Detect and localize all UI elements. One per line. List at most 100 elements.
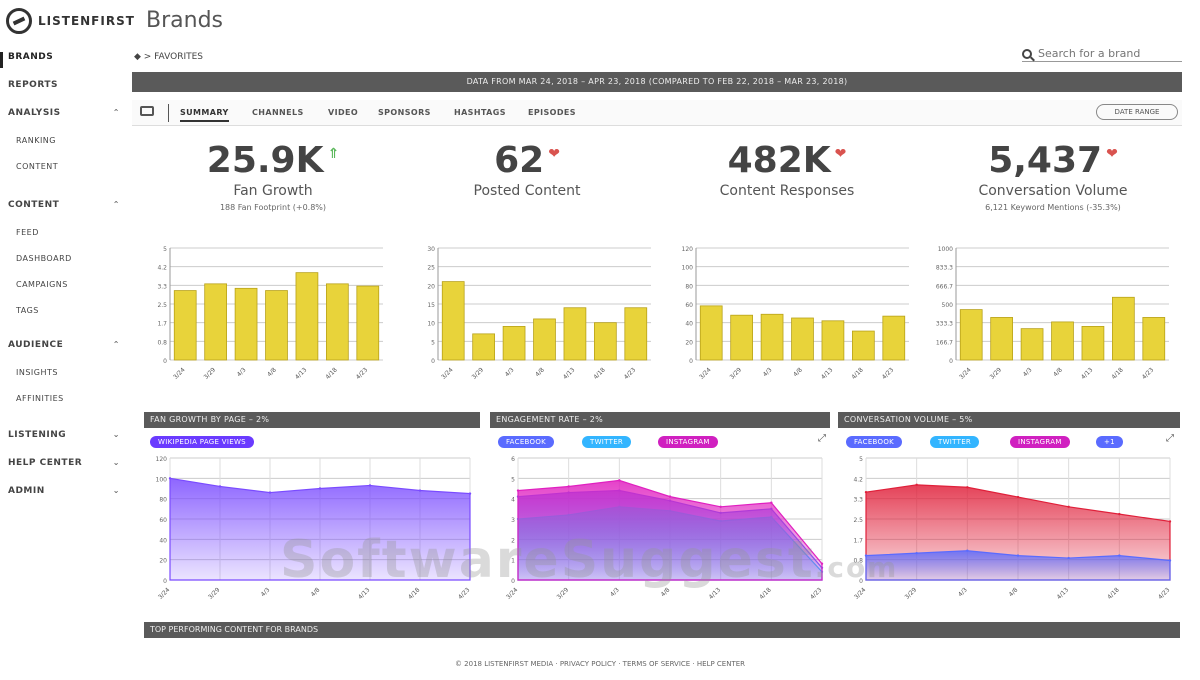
sidebar-item[interactable]: REPORTS bbox=[8, 80, 120, 90]
bar bbox=[594, 322, 617, 361]
data-point bbox=[1168, 520, 1172, 523]
data-point bbox=[418, 489, 422, 492]
tab-hashtags[interactable]: HASHTAGS bbox=[454, 108, 506, 117]
bar bbox=[441, 281, 465, 361]
sidebar-item[interactable]: LISTENING ⌄ bbox=[8, 430, 120, 440]
y-tick-label: 166.7 bbox=[936, 339, 953, 346]
pill-facebook[interactable]: FACEBOOK bbox=[498, 436, 555, 448]
bar bbox=[234, 287, 258, 361]
x-tick-label: 4/23 bbox=[457, 586, 472, 601]
chevron-down-icon[interactable]: ⌄ bbox=[113, 430, 120, 440]
chevron-up-icon[interactable]: ⌃ bbox=[113, 340, 120, 350]
y-tick-label: 5 bbox=[163, 246, 167, 253]
kpi-label: Content Responses bbox=[719, 183, 855, 199]
monitor-icon[interactable] bbox=[140, 106, 154, 116]
y-tick-label: 40 bbox=[159, 537, 167, 544]
x-tick-label: 4/13 bbox=[294, 366, 309, 381]
bar bbox=[852, 330, 875, 361]
data-point bbox=[1016, 554, 1020, 557]
y-tick-label: 0 bbox=[431, 358, 435, 365]
y-tick-label: 3.3 bbox=[157, 283, 167, 290]
data-point bbox=[1016, 495, 1020, 499]
y-tick-label: 3.3 bbox=[853, 497, 863, 504]
bar bbox=[1142, 317, 1166, 361]
sidebar-item[interactable]: RANKING bbox=[16, 136, 128, 145]
logo[interactable]: LISTENFIRST bbox=[6, 8, 135, 34]
y-tick-label: 666.7 bbox=[936, 283, 953, 290]
sidebar-item[interactable]: INSIGHTS bbox=[16, 368, 128, 377]
chevron-up-icon[interactable]: ⌃ bbox=[113, 108, 120, 118]
kpi-sub: 6,121 Keyword Mentions (-35.3%) bbox=[985, 203, 1121, 212]
sidebar-item-label: AUDIENCE bbox=[8, 340, 64, 350]
sidebar-item-label: DASHBOARD bbox=[16, 254, 72, 263]
sidebar-item-label: HELP CENTER bbox=[8, 458, 83, 468]
bar bbox=[1020, 328, 1044, 361]
sidebar-item-label: BRANDS bbox=[8, 52, 54, 62]
sidebar-item[interactable]: DASHBOARD bbox=[16, 254, 128, 263]
pill-wikipedia[interactable]: WIKIPEDIA PAGE VIEWS bbox=[150, 436, 254, 448]
sidebar-item[interactable]: TAGS bbox=[16, 306, 128, 315]
chevron-down-icon[interactable]: ⌄ bbox=[113, 458, 120, 468]
sidebar-item[interactable]: ADMIN ⌄ bbox=[8, 486, 120, 496]
tab-sponsors[interactable]: SPONSORS bbox=[378, 108, 431, 117]
expand-icon[interactable]: ⤢ bbox=[1166, 434, 1176, 444]
pill-facebook[interactable]: FACEBOOK bbox=[846, 436, 903, 448]
sidebar-item[interactable]: AFFINITIES bbox=[16, 394, 128, 403]
area-chart-engagement: 0 1 2 3 4 5 6 3/24 3/29 4/3 4/8 4/13 4/18 4/23 bbox=[505, 456, 824, 601]
y-tick-label: 833.3 bbox=[936, 265, 953, 272]
x-tick-label: 3/24 bbox=[853, 586, 868, 601]
sidebar-item-label: TAGS bbox=[16, 306, 39, 315]
y-tick-label: 30 bbox=[427, 246, 435, 253]
bar bbox=[624, 307, 648, 361]
y-tick-label: 120 bbox=[682, 246, 694, 253]
sidebar-item[interactable]: FEED bbox=[16, 228, 128, 237]
x-tick-label: 4/3 bbox=[1022, 366, 1034, 378]
x-tick-label: 3/29 bbox=[556, 586, 571, 601]
series-area bbox=[169, 477, 471, 581]
pill-instagram[interactable]: INSTAGRAM bbox=[658, 436, 718, 448]
kpi-value: 482K bbox=[727, 140, 831, 181]
tab-channels[interactable]: CHANNELS bbox=[252, 108, 304, 117]
search-icon[interactable] bbox=[1022, 48, 1032, 59]
area-chart-fan-growth: 0 20 40 60 80 100 120 3/24 3/29 4/3 4/8 4/13 4/18 4/2… bbox=[156, 456, 472, 601]
breadcrumb[interactable]: ◆ > FAVORITES bbox=[134, 52, 203, 62]
tab-summary[interactable]: SUMMARY bbox=[180, 108, 229, 122]
sidebar-item[interactable]: AUDIENCE ⌃ bbox=[8, 340, 120, 350]
sidebar-item[interactable]: ANALYSIS ⌃ bbox=[8, 108, 120, 118]
y-tick-label: 2 bbox=[511, 537, 515, 544]
sidebar-item[interactable]: BRANDS bbox=[8, 52, 120, 62]
y-tick-label: 500 bbox=[942, 302, 954, 309]
chevron-down-icon[interactable]: ⌄ bbox=[113, 486, 120, 496]
chevron-up-icon[interactable]: ⌃ bbox=[113, 200, 120, 210]
brand-name: LISTENFIRST bbox=[38, 14, 135, 28]
data-point bbox=[1067, 505, 1070, 508]
pill-more[interactable]: +1 bbox=[1096, 436, 1123, 448]
y-tick-label: 15 bbox=[427, 302, 435, 309]
search-input[interactable] bbox=[1038, 47, 1168, 60]
y-tick-label: 333.3 bbox=[936, 321, 953, 328]
x-tick-label: 4/23 bbox=[623, 366, 638, 381]
data-point bbox=[318, 487, 322, 490]
x-tick-label: 3/29 bbox=[471, 366, 486, 381]
tab-video[interactable]: VIDEO bbox=[328, 108, 358, 117]
pill-twitter[interactable]: TWITTER bbox=[582, 436, 632, 448]
data-point bbox=[966, 549, 969, 552]
y-tick-label: 10 bbox=[427, 321, 435, 328]
pill-twitter[interactable]: TWITTER bbox=[930, 436, 980, 448]
expand-icon[interactable]: ⤢ bbox=[818, 434, 828, 444]
bar bbox=[699, 305, 723, 361]
x-tick-label: 4/3 bbox=[504, 366, 516, 378]
data-point bbox=[368, 484, 372, 487]
sidebar-item[interactable]: CAMPAIGNS bbox=[16, 280, 128, 289]
data-point bbox=[915, 551, 918, 555]
y-tick-label: 2.5 bbox=[157, 302, 167, 309]
x-tick-label: 4/18 bbox=[592, 366, 607, 381]
pill-instagram[interactable]: INSTAGRAM bbox=[1010, 436, 1070, 448]
tab-episodes[interactable]: EPISODES bbox=[528, 108, 576, 117]
x-tick-label: 4/13 bbox=[562, 366, 577, 381]
sidebar-item[interactable]: HELP CENTER ⌄ bbox=[8, 458, 120, 468]
y-tick-label: 100 bbox=[156, 476, 168, 483]
date-range-dropdown[interactable]: DATE RANGE bbox=[1096, 104, 1178, 120]
sidebar-item[interactable]: CONTENT ⌃ bbox=[8, 200, 120, 210]
sidebar-item[interactable]: CONTENT bbox=[16, 162, 128, 171]
